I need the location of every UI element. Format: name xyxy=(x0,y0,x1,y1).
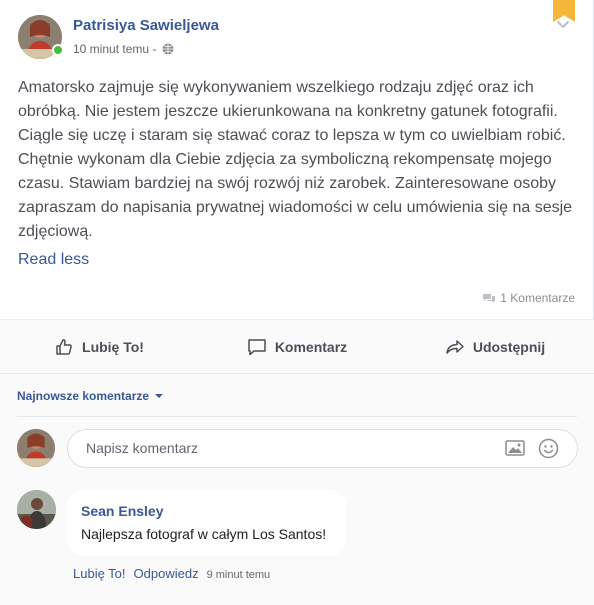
emoji-icon[interactable] xyxy=(538,438,559,459)
avatar-photo-icon xyxy=(17,429,55,467)
comment-input-box[interactable] xyxy=(67,429,578,468)
current-user-avatar xyxy=(17,429,55,467)
read-less-link[interactable]: Read less xyxy=(18,251,89,269)
thumbs-up-icon xyxy=(56,338,72,355)
post-timestamp[interactable]: 10 minut temu - xyxy=(73,42,156,56)
comment-button[interactable]: Komentarz xyxy=(198,320,396,373)
share-arrow-icon xyxy=(446,339,464,354)
share-button[interactable]: Udostępnij xyxy=(396,320,594,373)
comment-text: Najlepsza fotograf w całym Los Santos! xyxy=(81,526,327,542)
comment-author-name[interactable]: Sean Ensley xyxy=(81,503,164,519)
comment-sort-dropdown[interactable]: Najnowsze komentarze xyxy=(17,389,164,403)
post-author-name[interactable]: Patrisiya Sawieljewa xyxy=(73,17,219,34)
comment-actions: Lubię To! Odpowiedz 9 minut temu xyxy=(73,566,270,581)
like-button[interactable]: Lubię To! xyxy=(0,320,198,373)
post-card: Patrisiya Sawieljewa 10 minut temu - Ama… xyxy=(0,0,594,605)
comments-section: Najnowsze komentarze Napisz komentarz Se… xyxy=(0,374,594,605)
chevron-down-icon[interactable] xyxy=(556,20,570,30)
author-avatar[interactable] xyxy=(18,15,64,59)
like-button-label: Lubię To! xyxy=(82,338,144,355)
globe-icon[interactable] xyxy=(162,43,174,55)
comment-sort-label: Najnowsze komentarze xyxy=(17,389,150,403)
image-icon[interactable] xyxy=(505,439,525,457)
share-button-label: Udostępnij xyxy=(472,338,546,355)
comment-button-label: Komentarz xyxy=(274,338,348,355)
comment-bubble: Sean Ensley Najlepsza fotograf w całym L… xyxy=(67,490,346,556)
comment-bubble-icon xyxy=(248,338,266,355)
commenter-avatar[interactable] xyxy=(17,490,56,529)
comment-timestamp: 9 minut temu xyxy=(206,569,271,581)
caret-down-icon xyxy=(155,394,164,398)
divider xyxy=(17,416,577,417)
comments-icon xyxy=(483,293,496,303)
avatar-photo-icon xyxy=(17,490,56,529)
bookmark-icon[interactable] xyxy=(553,0,575,22)
comment-count-label: 1 Komentarze xyxy=(500,291,575,305)
post-actions-bar: Lubię To! Komentarz Udostępnij xyxy=(0,320,594,373)
online-status-dot xyxy=(52,44,64,56)
post-meta: 10 minut temu - xyxy=(73,42,174,56)
comment-count[interactable]: 1 Komentarze xyxy=(482,291,575,305)
comment-input[interactable] xyxy=(86,440,486,456)
comment-reply-link[interactable]: Odpowiedz xyxy=(134,566,199,581)
comment-like-link[interactable]: Lubię To! xyxy=(73,566,126,581)
post-body-text: Amatorsko zajmuje się wykonywaniem wszel… xyxy=(18,79,573,240)
